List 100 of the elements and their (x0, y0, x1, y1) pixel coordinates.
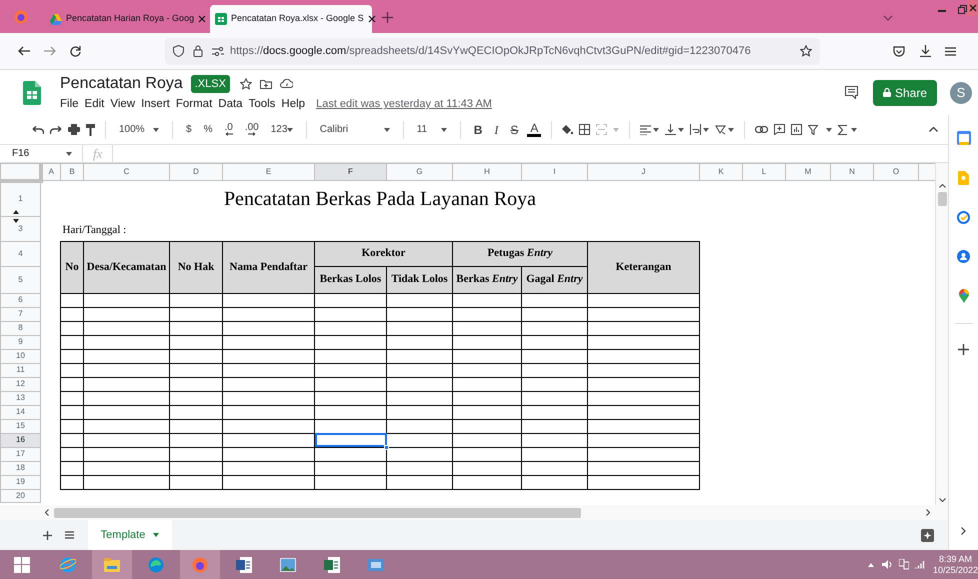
column-header[interactable]: N (830, 164, 874, 180)
column-header[interactable]: G (386, 164, 452, 180)
undo-icon[interactable] (32, 126, 44, 134)
bold-button[interactable]: B (470, 120, 486, 138)
column-header[interactable]: E (222, 164, 314, 180)
menu-item[interactable]: Data (215, 96, 246, 114)
table-cell[interactable] (84, 349, 170, 363)
table-cell[interactable] (222, 391, 314, 405)
column-header[interactable]: O (874, 164, 918, 180)
font-dropdown[interactable]: Calibri (316, 122, 393, 137)
font-size-dropdown[interactable]: 11 (414, 122, 450, 137)
fill-color-icon[interactable] (562, 124, 574, 135)
table-cell[interactable] (84, 377, 170, 391)
row-header[interactable]: 19 (16, 477, 25, 486)
link-icon[interactable] (755, 126, 768, 133)
table-cell[interactable] (522, 405, 588, 419)
table-cell[interactable] (60, 335, 84, 349)
table-cell[interactable] (60, 321, 84, 335)
table-cell[interactable] (170, 307, 222, 321)
caret-icon[interactable] (66, 152, 72, 156)
comments-icon[interactable] (845, 86, 858, 99)
filter-icon[interactable] (808, 124, 818, 134)
table-cell[interactable] (84, 391, 170, 405)
percent-button[interactable]: % (200, 122, 216, 137)
table-cell[interactable] (386, 307, 452, 321)
table-cell[interactable] (588, 447, 700, 461)
table-cell[interactable] (386, 335, 452, 349)
table-cell[interactable] (170, 293, 222, 307)
scrollbar-thumb[interactable] (938, 192, 946, 206)
chevron-down-icon[interactable] (883, 15, 893, 21)
table-cell[interactable] (452, 335, 522, 349)
minimize-icon[interactable] (938, 10, 946, 13)
row-header[interactable]: 7 (18, 309, 23, 318)
table-cell[interactable] (60, 405, 84, 419)
table-cell[interactable] (452, 447, 522, 461)
table-cell[interactable] (386, 447, 452, 461)
row-header[interactable]: 17 (16, 449, 25, 458)
menu-item[interactable]: Format (172, 96, 216, 114)
account-avatar[interactable]: S (950, 82, 972, 104)
column-header[interactable]: D (170, 164, 222, 180)
table-cell[interactable] (84, 335, 170, 349)
table-cell[interactable] (522, 321, 588, 335)
table-cell[interactable] (60, 447, 84, 461)
table-cell[interactable] (84, 433, 170, 447)
table-cell[interactable] (170, 363, 222, 377)
table-cell[interactable] (222, 447, 314, 461)
row-header[interactable]: 18 (16, 463, 25, 472)
table-cell[interactable] (170, 405, 222, 419)
menu-item[interactable]: Help (278, 96, 308, 114)
column-header[interactable]: J (588, 164, 700, 180)
table-cell[interactable] (222, 475, 314, 489)
align-left-icon[interactable] (640, 124, 652, 134)
caret-icon[interactable] (703, 128, 710, 132)
collapse-icon[interactable] (929, 127, 938, 132)
table-cell[interactable] (452, 419, 522, 433)
row-header[interactable]: 12 (16, 379, 25, 388)
explore-icon[interactable] (921, 528, 934, 542)
table-cell[interactable] (60, 419, 84, 433)
table-cell[interactable] (314, 335, 386, 349)
table-cell[interactable] (314, 447, 386, 461)
table-cell[interactable] (60, 377, 84, 391)
table-cell[interactable] (84, 321, 170, 335)
table-cell[interactable] (84, 461, 170, 475)
star-icon[interactable] (800, 45, 812, 57)
table-cell[interactable] (222, 321, 314, 335)
table-cell[interactable] (588, 419, 700, 433)
zoom-dropdown[interactable]: 100% (116, 122, 162, 137)
caret-icon[interactable] (728, 128, 734, 132)
table-cell[interactable] (522, 349, 588, 363)
table-cell[interactable] (314, 461, 386, 475)
signal-icon[interactable] (914, 560, 925, 568)
window-app-icon[interactable] (368, 556, 384, 572)
table-cell[interactable] (170, 419, 222, 433)
table-cell[interactable] (522, 475, 588, 489)
row-header[interactable]: 20 (16, 490, 25, 500)
maps-pin-icon[interactable] (958, 289, 968, 303)
table-cell[interactable] (222, 349, 314, 363)
table-cell[interactable] (170, 461, 222, 475)
table-cell[interactable] (452, 307, 522, 321)
table-cell[interactable] (452, 433, 522, 447)
italic-button[interactable]: I (491, 120, 502, 138)
row-header[interactable]: 1 (18, 194, 23, 204)
caret-icon[interactable] (384, 128, 390, 132)
table-cell[interactable] (314, 307, 386, 321)
table-cell[interactable] (84, 447, 170, 461)
table-cell[interactable] (170, 321, 222, 335)
table-cell[interactable] (522, 447, 588, 461)
table-cell[interactable] (588, 349, 700, 363)
table-cell[interactable] (84, 293, 170, 307)
table-cell[interactable] (588, 363, 700, 377)
column-header[interactable]: K (700, 164, 742, 180)
table-cell[interactable] (452, 475, 522, 489)
table-cell[interactable] (314, 363, 386, 377)
calendar-icon[interactable] (956, 131, 970, 145)
clock-date[interactable]: 10/25/2022 (932, 564, 978, 576)
table-cell[interactable] (222, 307, 314, 321)
table-cell[interactable] (588, 307, 700, 321)
table-cell[interactable] (386, 321, 452, 335)
hidden-row-up-icon[interactable] (13, 210, 19, 214)
chart-icon[interactable] (791, 124, 802, 135)
